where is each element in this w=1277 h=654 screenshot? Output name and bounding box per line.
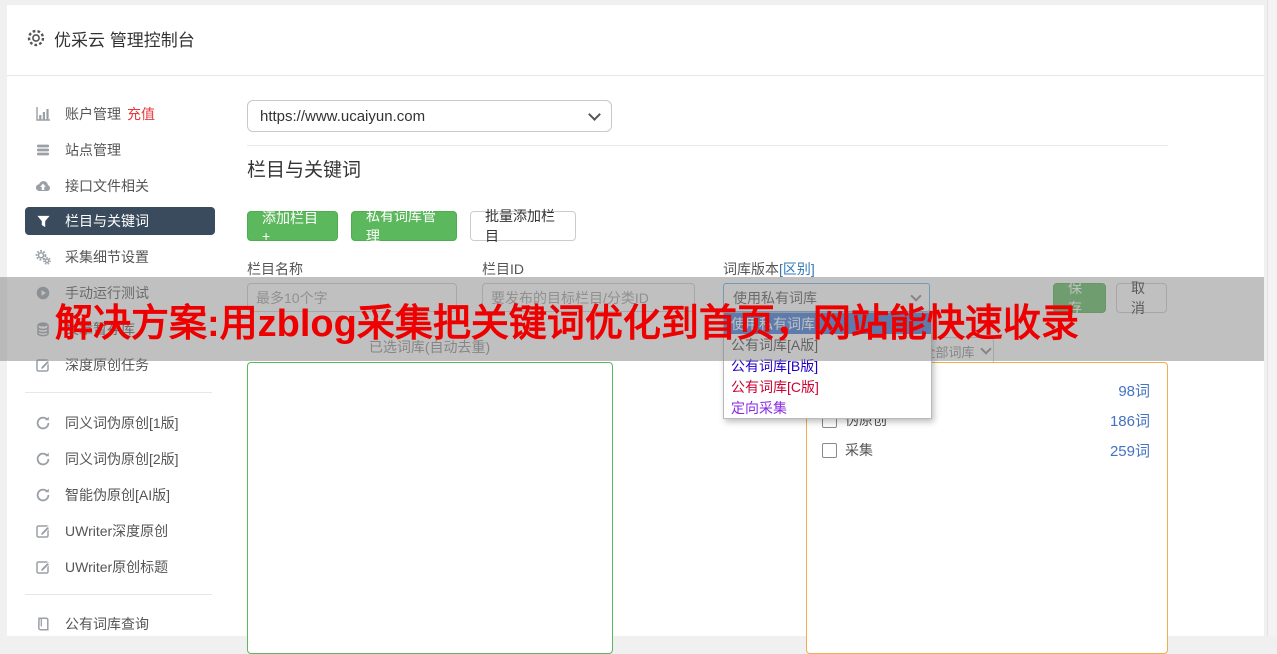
sidebar-item-uwriter-title[interactable]: UWriter原创标题 [25,553,215,581]
sidebar-item-columns-keywords[interactable]: 栏目与关键词 [25,207,215,235]
gears-icon [34,249,52,265]
lexicon-version-label: 词库版本[区别] [723,261,815,277]
sidebar-item-uwriter-deep[interactable]: UWriter深度原创 [25,517,215,545]
sidebar-item-label: UWriter深度原创 [65,523,169,539]
gear-icon [26,28,46,48]
selected-lexicon-box[interactable] [247,362,613,654]
sidebar-item-label: 公有词库查询 [65,616,149,632]
edit-icon [34,523,52,539]
site-selector-value: https://www.ucaiyun.com [260,107,426,125]
edit-icon [34,559,52,575]
filter-icon [34,213,52,229]
refresh-icon [34,451,52,467]
promo-banner-overlay: 解决方案:用zblog采集把关键词优化到首页，网站能快速收录 [0,277,1264,361]
sidebar-item-label: 接口文件相关 [65,178,149,194]
book-icon [34,616,52,632]
list-icon [34,142,52,158]
sidebar-item-ai-pseudo[interactable]: 智能伪原创[AI版] [25,481,215,509]
lexicon-row-label: 采集 [845,442,873,458]
sidebar-item-collect-settings[interactable]: 采集细节设置 [25,243,215,271]
lexicon-row: 采集 259词 [822,439,1150,461]
page-title: 栏目与关键词 [247,160,362,181]
word-count: 186词 [1109,412,1150,430]
content-divider [247,145,1168,146]
version-diff-link[interactable]: [区别] [779,261,815,277]
sidebar-item-synonym-v2[interactable]: 同义词伪原创[2版] [25,445,215,473]
column-name-label: 栏目名称 [247,261,303,277]
option-directed-collect[interactable]: 定向采集 [724,397,931,418]
app-title: 优采云 管理控制台 [54,31,195,50]
column-id-label: 栏目ID [482,261,524,277]
bar-chart-icon [34,106,52,122]
word-count: 98词 [1118,382,1150,400]
sidebar-item-label: 同义词伪原创[1版] [65,415,179,431]
promo-banner-text: 解决方案:用zblog采集把关键词优化到首页，网站能快速收录 [55,302,1079,345]
refresh-icon [34,415,52,431]
site-selector-dropdown[interactable]: https://www.ucaiyun.com [247,100,612,132]
vertical-scrollbar[interactable] [1267,0,1277,636]
checkbox[interactable] [822,442,837,458]
add-column-button[interactable]: 添加栏目 + [247,210,338,244]
word-count: 259词 [1109,442,1150,460]
sidebar-item-label: 智能伪原创[AI版] [65,487,171,503]
chevron-down-icon [588,107,601,121]
sidebar-item-label: 同义词伪原创[2版] [65,451,179,467]
sidebar-item-sites[interactable]: 站点管理 [25,136,215,164]
refresh-icon [34,487,52,503]
recharge-badge[interactable]: 充值 [127,104,155,124]
sidebar-item-label: UWriter原创标题 [65,559,169,575]
sidebar-item-interface-files[interactable]: 接口文件相关 [25,172,215,200]
sidebar-item-label: 采集细节设置 [65,249,149,265]
header-bar [7,5,1264,76]
sidebar-item-public-lexicon-query[interactable]: 公有词库查询 [25,610,215,638]
sidebar-item-label: 站点管理 [65,142,121,158]
sidebar-item-label: 账户管理 [65,106,121,122]
sidebar-divider [25,594,212,595]
private-lexicon-button[interactable]: 私有词库管理 [351,208,457,244]
option-public-c[interactable]: 公有词库[C版] [724,376,931,397]
sidebar-item-synonym-v1[interactable]: 同义词伪原创[1版] [25,409,215,437]
batch-add-button[interactable]: 批量添加栏目 [470,208,576,244]
sidebar-item-account[interactable]: 账户管理 充值 [25,100,215,128]
sidebar-divider [25,392,212,393]
cloud-upload-icon [34,178,52,194]
sidebar-item-label: 栏目与关键词 [65,213,149,229]
